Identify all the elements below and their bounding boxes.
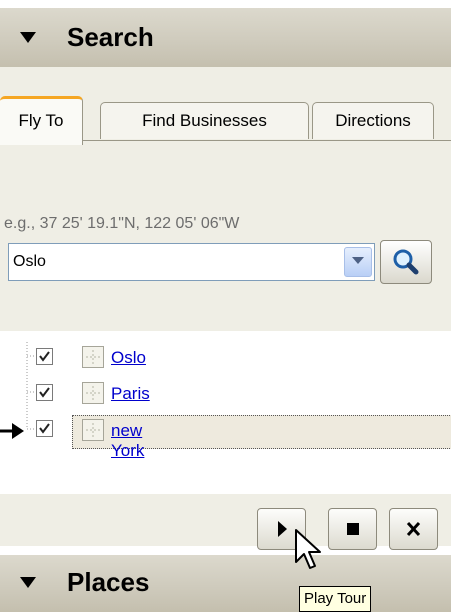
- search-tabs: Fly To Find Businesses Directions: [0, 96, 451, 145]
- fly-to-input[interactable]: Oslo: [8, 243, 375, 281]
- checkbox[interactable]: [36, 348, 53, 365]
- tab-find-businesses[interactable]: Find Businesses: [100, 102, 309, 139]
- chevron-down-icon: [352, 257, 364, 264]
- search-button[interactable]: [380, 240, 432, 284]
- tour-controls-bar: [0, 494, 451, 546]
- checkbox[interactable]: [36, 384, 53, 401]
- close-tour-button[interactable]: [389, 508, 438, 550]
- history-dropdown-button[interactable]: [344, 247, 372, 277]
- checkmark-icon: [39, 351, 50, 362]
- play-tour-tooltip: Play Tour: [299, 586, 372, 612]
- collapse-triangle-icon: [20, 32, 36, 43]
- placemark-icon: [82, 419, 104, 441]
- checkmark-icon: [39, 387, 50, 398]
- search-icon: [393, 249, 419, 275]
- tab-fly-to[interactable]: Fly To: [0, 96, 83, 145]
- close-icon: [406, 521, 421, 537]
- stop-icon: [347, 523, 359, 535]
- checkbox[interactable]: [36, 420, 53, 437]
- search-results-list: [0, 334, 451, 494]
- result-link[interactable]: new York: [111, 421, 144, 461]
- search-panel-title: Search: [67, 22, 154, 52]
- tab-directions[interactable]: Directions: [312, 102, 434, 139]
- checkmark-icon: [39, 423, 50, 434]
- places-panel-header[interactable]: Places: [0, 555, 451, 612]
- fly-to-input-value: Oslo: [13, 253, 46, 270]
- coordinate-hint: e.g., 37 25' 19.1"N, 122 05' 06"W: [4, 215, 240, 232]
- mouse-cursor-icon: [295, 529, 321, 569]
- placemark-icon: [82, 382, 104, 404]
- placemark-icon: [82, 346, 104, 368]
- result-link[interactable]: Paris: [111, 384, 150, 404]
- stop-tour-button[interactable]: [328, 508, 377, 550]
- pointer-arrow-icon: [0, 423, 24, 439]
- search-panel-header[interactable]: Search: [0, 8, 451, 69]
- places-panel-title: Places: [67, 567, 150, 597]
- result-link[interactable]: Oslo: [111, 348, 146, 368]
- collapse-triangle-icon: [20, 577, 36, 588]
